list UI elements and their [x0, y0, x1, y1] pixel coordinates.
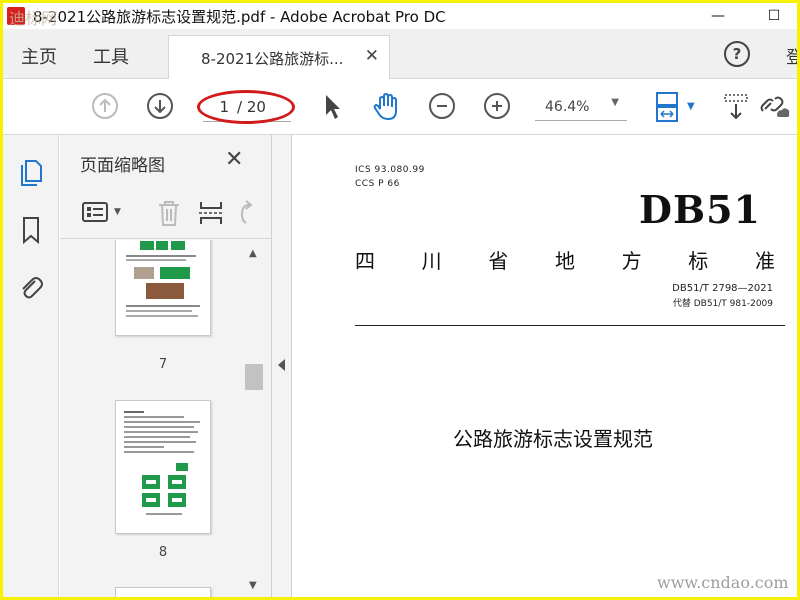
standard-char: 地: [554, 249, 575, 273]
tab-home[interactable]: 主页: [21, 43, 57, 69]
title-bar: 8-2021公路旅游标志设置规范.pdf - Adobe Acrobat Pro…: [3, 3, 797, 29]
thumbnail-page-8-label: 8: [158, 545, 168, 560]
arrow-down-icon: [154, 100, 166, 114]
navigation-rail: [3, 135, 59, 597]
fit-options-chevron-icon[interactable]: ▼: [687, 101, 695, 112]
scrolling-mode-icon[interactable]: [723, 93, 749, 121]
standard-char: 方: [621, 249, 642, 273]
thumbnail-page-7-preview: [126, 241, 200, 317]
page-thumbnails-icon[interactable]: [17, 157, 45, 187]
standard-type-heading: 四 川 省 地 方 标 准: [355, 245, 775, 274]
thumbnail-page-8[interactable]: [115, 400, 211, 534]
document-title: 公路旅游标志设置规范: [453, 427, 653, 451]
zoom-level-value: 46.4%: [545, 98, 590, 115]
minimize-button[interactable]: —: [695, 3, 741, 29]
thumbnails-scrollbar[interactable]: ▲ ▼: [243, 240, 265, 597]
page-thumbnails-panel: 页面缩略图 ✕ ▼ 7 8 ▲ ▼: [60, 135, 272, 597]
watermark-top-left: 迪标网: [9, 9, 58, 28]
zoom-out-button[interactable]: [429, 93, 455, 119]
header-rule: [355, 325, 785, 326]
standard-char: 标: [688, 249, 709, 273]
replaces-note: 代替 DB51/T 981-2009: [672, 299, 773, 309]
panel-divider[interactable]: [272, 135, 292, 597]
zoom-in-button[interactable]: [484, 93, 510, 119]
standard-char: 省: [488, 249, 509, 273]
ccs-code: CCS P 66: [355, 179, 400, 189]
next-page-button[interactable]: [147, 93, 173, 119]
share-link-icon[interactable]: [759, 91, 791, 121]
app-window: 8-2021公路旅游标志设置规范.pdf - Adobe Acrobat Pro…: [3, 3, 797, 597]
bookmark-icon[interactable]: [17, 215, 45, 245]
toolbar: / 20 46.4% ▼ ▼: [3, 79, 797, 135]
plus-icon: [492, 101, 502, 111]
help-icon[interactable]: ?: [724, 41, 750, 67]
delete-page-icon[interactable]: [156, 199, 182, 227]
options-menu-icon[interactable]: [82, 201, 108, 223]
thumbnail-page-7[interactable]: [115, 240, 211, 336]
tab-document[interactable]: 8-2021公路旅游标... ✕: [168, 35, 390, 80]
scroll-up-icon[interactable]: ▲: [249, 248, 257, 259]
standard-char: 川: [421, 249, 442, 273]
fit-page-icon[interactable]: [653, 91, 683, 123]
tab-tools[interactable]: 工具: [93, 43, 129, 69]
standard-number: DB51/T 2798—2021: [672, 283, 773, 294]
minus-icon: [437, 105, 447, 107]
document-view[interactable]: ICS 93.080.99 CCS P 66 DB51 四 川 省 地 方 标 …: [293, 135, 797, 597]
thumbnail-page-7-label: 7: [158, 357, 168, 372]
thumbnails-list: 7 8: [60, 240, 250, 597]
watermark-bottom-right: www.cndao.com: [657, 573, 789, 592]
options-chevron-icon[interactable]: ▼: [114, 207, 121, 217]
window-title: 8-2021公路旅游标志设置规范.pdf - Adobe Acrobat Pro…: [33, 8, 446, 26]
attachment-icon[interactable]: [17, 273, 45, 303]
close-panel-icon[interactable]: ✕: [225, 147, 243, 172]
standard-char: 准: [754, 249, 775, 273]
scroll-down-icon[interactable]: ▼: [249, 580, 257, 591]
chevron-down-icon: ▼: [611, 97, 619, 108]
select-cursor-icon[interactable]: [323, 93, 343, 121]
arrow-up-icon: [99, 98, 111, 112]
zoom-level-select[interactable]: 46.4% ▼: [535, 93, 627, 121]
panel-title: 页面缩略图: [80, 156, 165, 176]
ics-code: ICS 93.080.99: [355, 165, 425, 175]
red-highlight-ellipse: [197, 90, 295, 124]
standard-char: 四: [355, 249, 375, 273]
maximize-button[interactable]: ☐: [751, 3, 797, 29]
hand-tool-icon[interactable]: [371, 91, 403, 123]
thumbnail-toolbar: ▼: [60, 187, 272, 239]
db-code: DB51: [639, 187, 761, 232]
previous-page-button[interactable]: [92, 93, 118, 119]
scrollbar-thumb[interactable]: [245, 364, 263, 390]
collapse-panel-icon[interactable]: [278, 359, 285, 371]
thumbnail-page-8-preview: [124, 411, 200, 515]
tab-bar: 主页 工具 8-2021公路旅游标... ✕ ? 登: [3, 29, 797, 80]
document-tab-label: 8-2021公路旅游标...: [201, 50, 344, 68]
close-tab-icon[interactable]: ✕: [365, 46, 379, 66]
login-button[interactable]: 登: [786, 43, 797, 68]
insert-page-icon[interactable]: [198, 199, 224, 227]
rotate-page-icon[interactable]: [236, 199, 258, 227]
thumbnail-page-9[interactable]: [115, 587, 211, 597]
